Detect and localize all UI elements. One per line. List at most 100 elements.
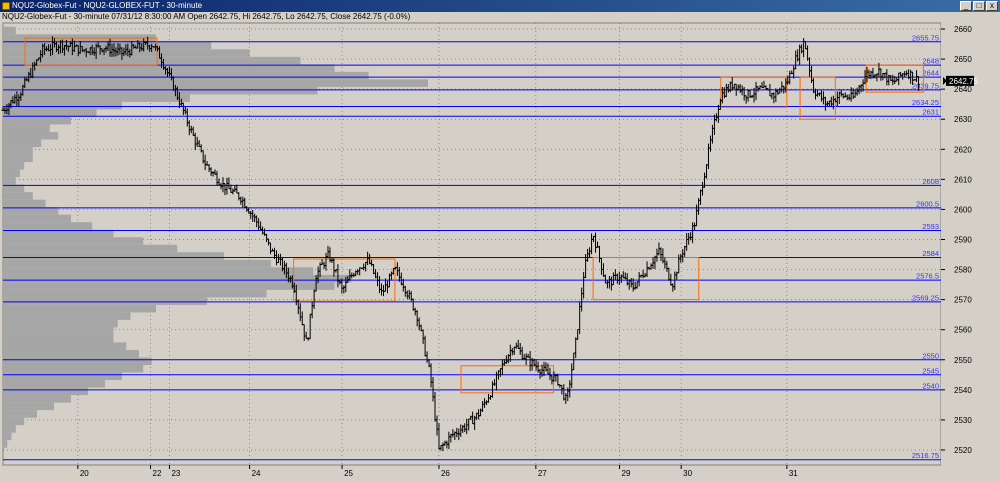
profile-bar — [3, 304, 156, 313]
time-tick-label: 20 — [80, 469, 89, 478]
profile-bar — [3, 86, 318, 95]
level-label: 2608 — [922, 177, 939, 186]
level-label: 2644 — [922, 69, 939, 78]
profile-bar — [3, 169, 20, 178]
profile-bar — [3, 252, 224, 260]
profile-bar — [3, 372, 122, 381]
profile-bar — [3, 395, 71, 403]
profile-bar — [3, 297, 207, 305]
profile-bar — [3, 274, 352, 283]
profile-bar — [3, 139, 42, 148]
time-tick-label: 27 — [538, 469, 547, 478]
profile-bar — [3, 425, 16, 433]
price-tick-label: 2650 — [954, 55, 972, 64]
price-tick-label: 2660 — [954, 25, 972, 34]
profile-bar — [3, 154, 33, 163]
profile-bar — [3, 237, 144, 245]
profile-bar — [3, 244, 178, 253]
level-label: 2655.75 — [912, 33, 939, 42]
time-tick-label: 23 — [171, 469, 180, 478]
profile-bar — [3, 357, 152, 366]
window-buttons: _ □ x — [960, 1, 998, 11]
price-tick-label: 2590 — [954, 235, 972, 244]
price-chart[interactable]: 2655.75264826442639.752634.2526312608260… — [0, 22, 1000, 481]
profile-bar — [3, 267, 314, 275]
level-label: 2593 — [922, 222, 939, 231]
window-title: NQU2-Globex-Fut - NQU2-GLOBEX-FUT - 30-m… — [12, 1, 203, 10]
app-icon — [2, 2, 10, 10]
profile-bar — [3, 192, 33, 200]
time-tick-label: 24 — [252, 469, 261, 478]
profile-bar — [3, 199, 46, 208]
profile-bar — [3, 334, 114, 343]
profile-bar — [3, 147, 33, 155]
price-axis: 2520 2530 2540 2550 2560 2570 2580 2590 2600 2610… — [941, 22, 1000, 481]
profile-bar — [3, 312, 131, 320]
profile-bar — [3, 402, 54, 411]
price-tick-label: 2610 — [954, 175, 972, 184]
price-tick-label: 2540 — [954, 386, 972, 395]
profile-bar — [3, 319, 118, 328]
price-tick-label: 2580 — [954, 266, 972, 275]
time-tick-label: 31 — [789, 469, 798, 478]
profile-bar — [3, 177, 16, 185]
price-tick-label: 2630 — [954, 115, 972, 124]
time-tick-label: 22 — [153, 469, 162, 478]
level-label: 2648 — [922, 57, 939, 66]
profile-bar — [3, 214, 71, 223]
profile-bar — [3, 124, 50, 132]
window-titlebar: NQU2-Globex-Fut - NQU2-GLOBEX-FUT - 30-m… — [0, 0, 1000, 12]
level-label: 2550 — [922, 351, 939, 360]
price-tick-label: 2570 — [954, 296, 972, 305]
time-tick-label: 29 — [622, 469, 631, 478]
profile-bar — [3, 26, 16, 35]
level-label: 2600.5 — [916, 199, 939, 208]
profile-bar — [3, 222, 93, 230]
price-tick-label: 2600 — [954, 205, 972, 214]
profile-bar — [3, 365, 144, 373]
price-tick-label: 2530 — [954, 416, 972, 425]
profile-bar — [3, 327, 114, 335]
profile-bar — [3, 259, 271, 268]
level-label: 2569.25 — [912, 293, 939, 302]
price-tick-label: 2560 — [954, 326, 972, 335]
profile-bar — [3, 387, 88, 396]
profile-bar — [3, 282, 335, 290]
profile-bar — [3, 432, 12, 441]
level-label: 2584 — [922, 249, 939, 258]
chart-info-bar: NQU2-Globex-Fut - 30-minute 07/31/12 8:3… — [0, 12, 1000, 22]
level-label: 2516.75 — [912, 451, 939, 460]
profile-bar — [3, 342, 127, 350]
profile-bar — [3, 101, 122, 110]
profile-bar — [3, 56, 301, 65]
minimize-button[interactable]: _ — [960, 1, 972, 11]
time-tick-label: 25 — [344, 469, 353, 478]
profile-bar — [3, 289, 267, 298]
price-tick-label: 2620 — [954, 145, 972, 154]
level-label: 2545 — [922, 366, 939, 375]
level-label: 2576.5 — [916, 272, 939, 281]
price-tick-label: 2550 — [954, 356, 972, 365]
profile-bar — [3, 94, 190, 102]
price-tick-label: 2520 — [954, 446, 972, 455]
level-label: 2634.25 — [912, 98, 939, 107]
profile-bar — [3, 116, 71, 125]
level-label: 2639.75 — [912, 81, 939, 90]
time-tick-label: 30 — [683, 469, 692, 478]
price-tick-label: 2640 — [954, 85, 972, 94]
close-button[interactable]: x — [986, 1, 998, 11]
profile-bar — [3, 79, 428, 87]
profile-bar — [3, 71, 369, 80]
time-tick-label: 26 — [441, 469, 450, 478]
profile-bar — [3, 440, 8, 448]
level-label: 2631 — [922, 108, 939, 117]
profile-bar — [3, 410, 37, 418]
profile-bar — [3, 131, 59, 140]
last-price-label: 2642.75 — [949, 77, 978, 86]
profile-bar — [3, 349, 139, 358]
level-label: 2540 — [922, 381, 939, 390]
profile-bar — [3, 162, 25, 170]
profile-bar — [3, 380, 105, 388]
maximize-button[interactable]: □ — [973, 1, 985, 11]
profile-bar — [3, 417, 25, 426]
